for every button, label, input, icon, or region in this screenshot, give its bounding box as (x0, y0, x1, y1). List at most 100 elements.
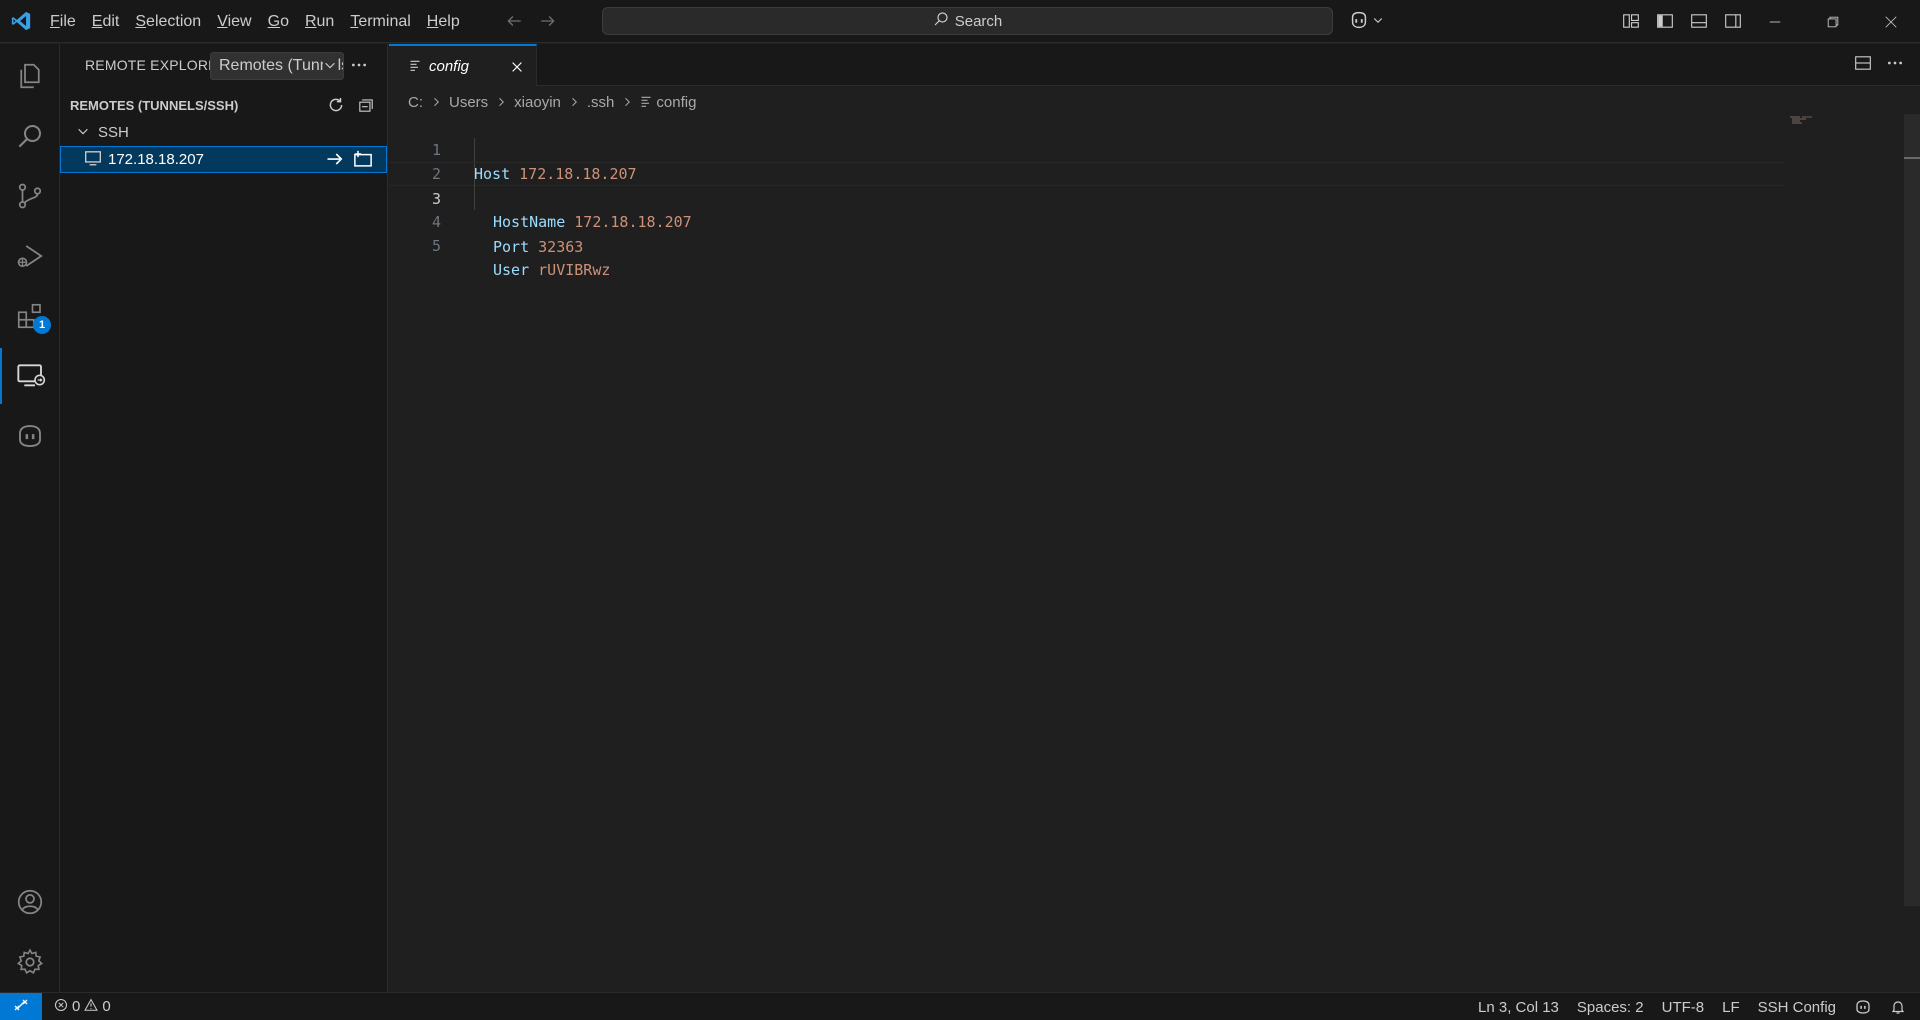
ssh-host-item[interactable]: 172.18.18.207 (60, 146, 387, 173)
bell-icon[interactable] (1881, 999, 1920, 1015)
customize-layout-icon[interactable] (1620, 10, 1642, 32)
file-lines-icon (409, 59, 421, 74)
indentation-setting[interactable]: Spaces: 2 (1568, 999, 1653, 1016)
breadcrumb-item[interactable]: xiaoyin (514, 94, 561, 111)
warning-count: 0 (102, 998, 111, 1015)
code-editor[interactable]: 1 Host 172.18.18.207 2 HostName 172.18.1… (389, 114, 1784, 279)
line-number: 5 (431, 237, 441, 255)
toggle-panel-icon[interactable] (1688, 10, 1710, 32)
section-title: REMOTES (TUNNELS/SSH) (70, 97, 239, 113)
chevron-down-icon (1372, 14, 1384, 29)
more-actions-icon[interactable] (348, 54, 370, 76)
problems-indicator[interactable]: 0 0 (54, 997, 111, 1016)
code-line: 5 (389, 210, 1784, 255)
remote-icon (13, 997, 29, 1017)
code-line: 1 Host 172.18.18.207 (389, 114, 1784, 183)
chevron-down-icon (76, 124, 90, 142)
remote-explorer-icon[interactable] (0, 348, 60, 404)
indent-guide (474, 186, 475, 210)
indent-guide (474, 163, 475, 187)
search-label: Search (954, 12, 1003, 30)
menu-run[interactable]: Run (297, 0, 342, 43)
code-line: 3 Port 32363 (389, 162, 1784, 256)
copilot-icon (1348, 9, 1370, 34)
menu-file[interactable]: File (42, 0, 84, 43)
error-count: 0 (72, 998, 81, 1015)
extensions-badge: 1 (33, 316, 51, 334)
menu-terminal[interactable]: Terminal (342, 0, 418, 43)
gear-icon[interactable] (0, 934, 60, 990)
explorer-icon[interactable] (0, 48, 60, 104)
chevron-right-icon (621, 96, 633, 108)
close-icon[interactable] (508, 58, 526, 76)
menu-edit[interactable]: Edit (84, 0, 128, 43)
run-and-debug-icon[interactable] (0, 228, 60, 284)
vscode-logo-icon (0, 0, 42, 43)
open-in-new-window-icon[interactable] (353, 149, 373, 173)
minimap[interactable] (1788, 114, 1818, 124)
restore-window-icon[interactable] (1804, 0, 1862, 43)
collapse-all-icon[interactable] (355, 94, 377, 116)
editor-more-actions-icon[interactable] (1886, 54, 1904, 75)
language-mode[interactable]: SSH Config (1749, 999, 1845, 1016)
toggle-primary-sidebar-icon[interactable] (1654, 10, 1676, 32)
ssh-group-label: SSH (98, 124, 129, 141)
menu-view[interactable]: View (209, 0, 259, 43)
editor-tabs: config (389, 44, 1920, 86)
remotes-dropdown[interactable]: Remotes (Tunnels/SSH) (210, 52, 344, 80)
split-editor-icon[interactable] (1854, 54, 1872, 75)
code-line: 2 HostName 172.18.18.207 (389, 138, 1784, 231)
remote-indicator[interactable] (0, 992, 42, 1020)
close-window-icon[interactable] (1862, 0, 1920, 43)
copilot-menu-button[interactable] (1348, 9, 1384, 34)
status-bar: 0 0 Ln 3, Col 13 Spaces: 2 UTF-8 LF SSH … (0, 992, 1920, 1020)
chevron-down-icon (323, 58, 337, 77)
code-value: rUVIBRwz (538, 261, 611, 279)
breadcrumb: C: Users xiaoyin .ssh config (408, 90, 696, 114)
menu-selection[interactable]: Selection (127, 0, 209, 43)
file-lines-icon (640, 94, 652, 111)
menu-help[interactable]: Help (419, 0, 468, 43)
ssh-host-label: 172.18.18.207 (108, 151, 204, 168)
warning-icon (84, 997, 99, 1016)
minimize-window-icon[interactable] (1746, 0, 1804, 43)
accounts-icon[interactable] (0, 874, 60, 930)
tab-label: config (429, 57, 470, 75)
menu-bar: File Edit Selection View Go Run Terminal… (42, 0, 468, 43)
error-icon (54, 998, 68, 1016)
breadcrumb-item[interactable]: config (656, 94, 696, 111)
breadcrumb-item[interactable]: Users (449, 94, 488, 111)
code-value: 32363 (538, 238, 584, 256)
extensions-icon[interactable]: 1 (0, 288, 60, 344)
indent-guide (474, 138, 475, 162)
editor-scrollbar[interactable] (1904, 114, 1920, 906)
file-encoding[interactable]: UTF-8 (1653, 999, 1714, 1016)
tab-config[interactable]: config (389, 44, 537, 86)
forward-arrow-icon[interactable] (538, 11, 558, 31)
search-view-icon[interactable] (0, 108, 60, 164)
sidebar: REMOTE EXPLORER Remotes (Tunnels/SSH) RE… (60, 44, 388, 992)
command-center-search[interactable]: Search (602, 7, 1333, 35)
end-of-line[interactable]: LF (1713, 999, 1749, 1016)
breadcrumb-item[interactable]: C: (408, 94, 423, 111)
connect-arrow-icon[interactable] (325, 149, 345, 173)
refresh-icon[interactable] (325, 94, 347, 116)
code-keyword: User (493, 261, 530, 279)
chevron-right-icon (568, 96, 580, 108)
cursor-position[interactable]: Ln 3, Col 13 (1469, 999, 1568, 1016)
source-control-icon[interactable] (0, 168, 60, 224)
sidebar-title: REMOTE EXPLORER (85, 57, 229, 73)
toggle-secondary-sidebar-icon[interactable] (1722, 10, 1744, 32)
ssh-group[interactable]: SSH (60, 119, 387, 146)
activity-bar: 1 (0, 44, 60, 992)
scrollbar-cursor-marker (1904, 157, 1920, 159)
back-arrow-icon[interactable] (504, 11, 524, 31)
remotes-section-header[interactable]: REMOTES (TUNNELS/SSH) (60, 91, 387, 119)
menu-go[interactable]: Go (260, 0, 297, 43)
copilot-chat-icon[interactable] (0, 408, 60, 464)
copilot-status-icon[interactable] (1845, 998, 1881, 1016)
breadcrumb-item[interactable]: .ssh (587, 94, 615, 111)
search-icon (933, 11, 949, 31)
chevron-right-icon (495, 96, 507, 108)
code-keyword: Port (493, 238, 530, 256)
